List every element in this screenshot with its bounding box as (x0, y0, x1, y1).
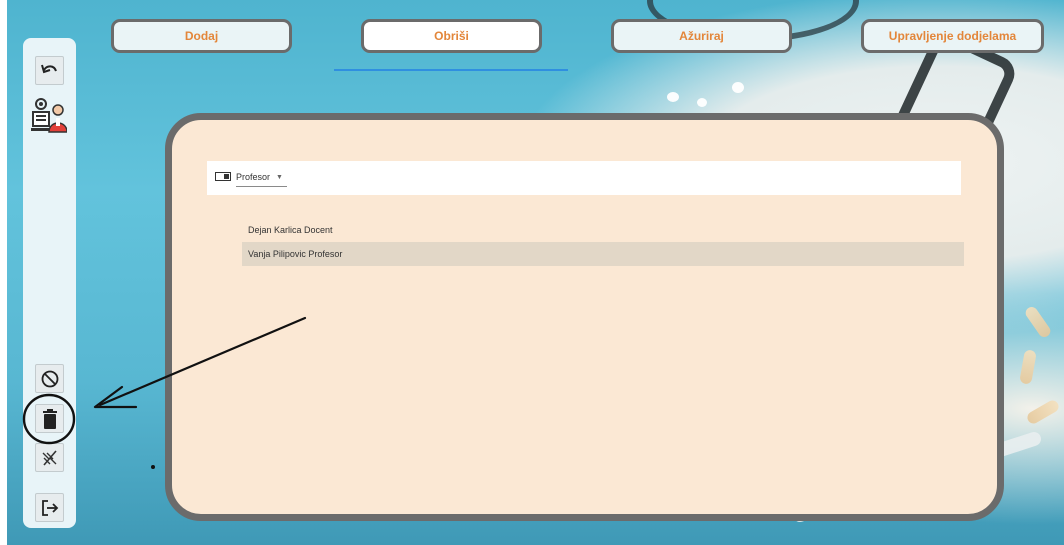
tab-obrisi[interactable]: Obriši (361, 19, 542, 53)
delete-button[interactable] (35, 404, 64, 433)
tab-label: Ažuriraj (679, 29, 724, 43)
capsule-decoration (1019, 349, 1037, 385)
trash-icon (42, 408, 57, 429)
back-button[interactable] (35, 56, 64, 85)
tab-azuriraj[interactable]: Ažuriraj (611, 19, 792, 53)
tab-dodaj[interactable]: Dodaj (111, 19, 292, 53)
block-button[interactable] (35, 364, 64, 393)
tab-label: Dodaj (184, 29, 219, 43)
capsule-decoration (1023, 304, 1053, 340)
id-card-icon (215, 172, 231, 181)
pill-decoration (732, 82, 744, 93)
tab-label: Obriši (434, 29, 469, 43)
back-icon (40, 64, 57, 73)
block-icon (41, 370, 58, 387)
list-item[interactable]: Dejan Karlica Docent (242, 218, 964, 242)
logout-icon (41, 499, 58, 516)
list-item-selected[interactable]: Vanja Pilipovic Profesor (242, 242, 964, 266)
active-tab-indicator (334, 69, 568, 71)
list-item-label: Dejan Karlica Docent (248, 225, 333, 235)
no-filter-icon (42, 449, 57, 466)
admin-user-icon (31, 98, 68, 133)
role-dropdown[interactable]: Profesor ▼ (236, 168, 287, 187)
logout-button[interactable] (35, 493, 64, 522)
role-dropdown-value: Profesor (236, 172, 271, 182)
tab-upravljenje-dodjelama[interactable]: Upravljenje dodjelama (861, 19, 1044, 53)
admin-user-button[interactable] (31, 96, 68, 136)
filter-bar: Profesor ▼ (207, 161, 961, 195)
pill-decoration (697, 98, 707, 107)
clear-filter-button[interactable] (35, 443, 64, 472)
capsule-decoration (1025, 398, 1061, 426)
list-item-label: Vanja Pilipovic Profesor (248, 249, 343, 259)
tab-label: Upravljenje dodjelama (888, 29, 1017, 43)
chevron-down-icon: ▼ (276, 173, 283, 181)
pill-decoration (667, 92, 679, 102)
main-panel: Profesor ▼ Dejan Karlica Docent Vanja Pi… (165, 113, 1004, 521)
sidebar (23, 38, 76, 528)
